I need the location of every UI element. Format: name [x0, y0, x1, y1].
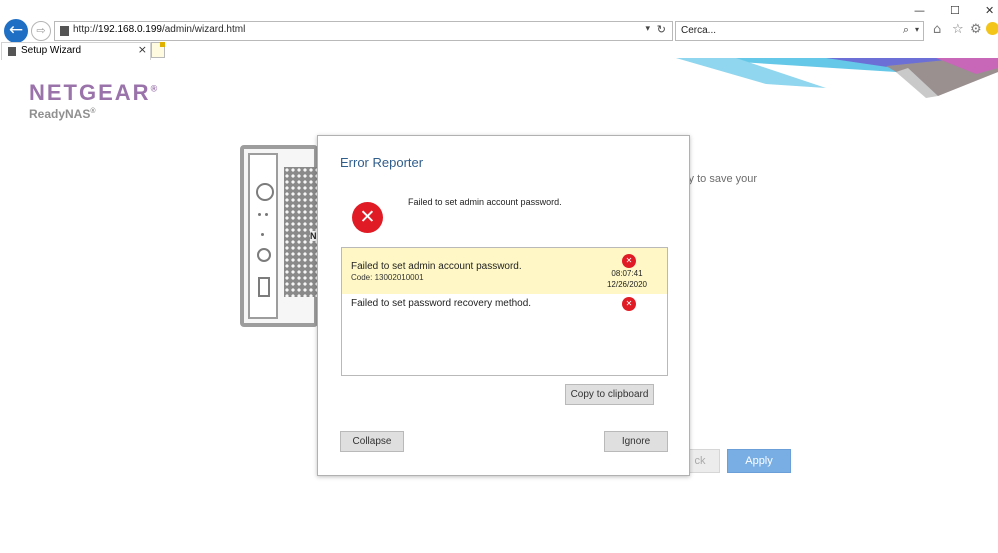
error-message: Failed to set admin account password. [351, 261, 522, 272]
power-icon [256, 183, 274, 201]
readynas-logo: ReadyNAS® [29, 107, 96, 121]
error-code: Code: 13002010001 [351, 273, 424, 282]
search-icon[interactable]: ⌕ [903, 23, 909, 37]
list-item[interactable]: Failed to set admin account password. Co… [342, 248, 667, 294]
forward-arrow-icon: ⇨ [36, 24, 46, 37]
error-message: Failed to set password recovery method. [351, 298, 532, 309]
refresh-icon[interactable]: ↻ [657, 23, 666, 36]
tab-setup-wizard[interactable]: Setup Wizard × [1, 42, 151, 60]
home-icon[interactable]: ⌂ [933, 22, 941, 37]
apply-button[interactable]: Apply [727, 449, 791, 473]
error-icon: ✕ [622, 254, 636, 268]
copy-to-clipboard-button[interactable]: Copy to clipboard [565, 384, 654, 405]
feedback-smiley-icon[interactable] [986, 22, 998, 35]
wizard-instruction-text: ply to save your [680, 173, 758, 185]
search-box[interactable]: Cerca... ⌕ ▾ [675, 21, 924, 41]
error-icon: ✕ [622, 297, 636, 311]
gear-icon[interactable]: ⚙ [970, 22, 982, 37]
error-icon: ✕ [352, 202, 383, 233]
search-dropdown-icon[interactable]: ▾ [915, 25, 919, 34]
address-bar[interactable]: http://192.168.0.199/admin/wizard.html ▾… [54, 21, 673, 41]
tab-title: Setup Wizard [21, 45, 82, 56]
favorites-star-icon[interactable]: ☆ [952, 22, 964, 37]
error-list[interactable]: Failed to set admin account password. Co… [341, 247, 668, 376]
forward-button[interactable]: ⇨ [31, 21, 51, 41]
device-usb-icon [258, 277, 270, 297]
device-front-panel [248, 153, 278, 319]
page-icon [60, 26, 69, 36]
browser-chrome: — ☐ ✕ ← ⇨ http://192.168.0.199/admin/wiz… [0, 0, 998, 60]
error-reporter-dialog: Error Reporter ✕ Failed to set admin acc… [317, 135, 690, 476]
device-button-icon [257, 248, 271, 262]
new-tab-button[interactable] [151, 42, 165, 58]
tab-close-icon[interactable]: × [138, 43, 147, 56]
dialog-title: Error Reporter [340, 155, 424, 170]
back-button[interactable]: ← [4, 19, 28, 43]
address-url: http://192.168.0.199/admin/wizard.html [73, 24, 246, 35]
collapse-button[interactable]: Collapse [340, 431, 404, 452]
error-summary: Failed to set admin account password. [408, 197, 562, 207]
address-dropdown-icon[interactable]: ▾ [645, 24, 650, 34]
ignore-button[interactable]: Ignore [604, 431, 668, 452]
minimize-button[interactable]: — [914, 4, 925, 17]
list-item[interactable]: Failed to set password recovery method. … [342, 294, 667, 316]
device-letter: N [310, 231, 317, 241]
error-timestamp: 08:07:41 12/26/2020 [606, 269, 648, 289]
tab-page-icon [8, 47, 16, 56]
header-banner-graphic [676, 58, 998, 98]
nas-device-illustration: N [240, 145, 318, 327]
netgear-logo: NETGEAR® [29, 80, 160, 105]
maximize-button[interactable]: ☐ [950, 4, 960, 17]
back-arrow-icon: ← [8, 20, 24, 40]
close-window-button[interactable]: ✕ [985, 4, 994, 17]
search-placeholder: Cerca... [681, 25, 717, 36]
